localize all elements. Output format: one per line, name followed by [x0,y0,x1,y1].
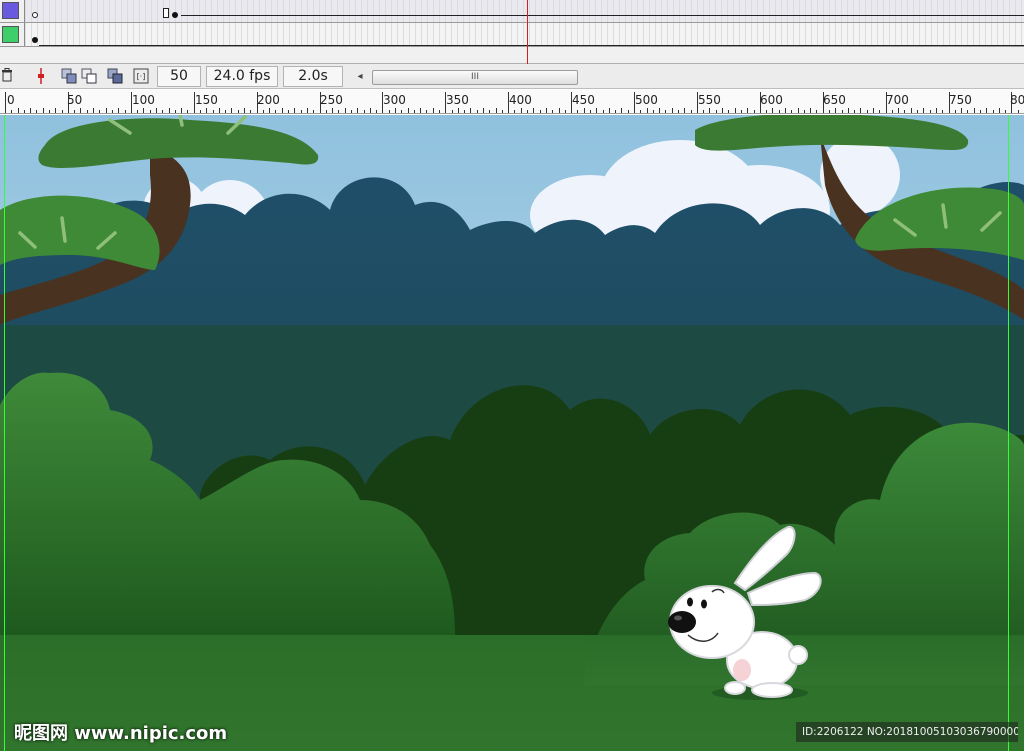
timeline-control-bar: [·] 50 24.0 fps 2.0s ◂ III [0,64,1024,89]
keyframe[interactable] [32,37,38,43]
ruler-label: 250 [320,93,343,107]
playhead[interactable] [527,0,528,64]
scroll-left-arrow-icon[interactable]: ◂ [350,68,370,85]
ruler-label: 100 [132,93,155,107]
bunny-tail [788,645,808,665]
onion-skin-icon[interactable] [60,68,78,85]
ruler-label: 350 [446,93,469,107]
bunny-eye [701,599,707,609]
ruler-label: 400 [509,93,532,107]
elapsed-time-field: 2.0s [283,66,343,87]
bunny-nose [668,611,696,633]
stage-guide-line[interactable] [1008,115,1009,751]
image-id-watermark: ID:2206122 NO:20181005103036790000 [796,722,1018,742]
timeline-layer-2[interactable] [0,23,1024,47]
stage-guide-line[interactable] [4,115,5,751]
trash-icon[interactable] [0,68,14,85]
onion-skin-outline-icon[interactable] [80,68,98,85]
ruler-label: 0 [7,93,15,107]
ruler-label: 150 [195,93,218,107]
ruler-label: 300 [383,93,406,107]
ruler-label: 450 [572,93,595,107]
animation-editor: [·] 50 24.0 fps 2.0s ◂ III 0 50 100 150 … [0,0,1024,751]
edit-multiple-frames-icon[interactable] [106,68,124,85]
ruler-label: 50 [67,93,83,107]
ruler-label: 650 [823,93,846,107]
current-frame-field[interactable]: 50 [157,66,201,87]
ruler-label: 550 [698,93,721,107]
layer-color-swatch[interactable] [2,2,19,19]
ruler-label: 600 [760,93,783,107]
empty-keyframe[interactable] [32,12,38,18]
bunny-foot [751,682,793,698]
svg-text:[·]: [·] [137,72,146,81]
timeline-panel [0,0,1024,64]
bunny-belly [733,659,751,681]
stage-canvas[interactable] [0,115,1024,751]
frame-track[interactable] [25,0,1024,22]
timeline-layer-1[interactable] [0,0,1024,23]
timeline-horizontal-scrollbar[interactable]: ◂ III [350,68,1024,85]
frame-track[interactable] [25,23,1024,46]
horizontal-ruler: 0 50 100 150 200 250 300 350 400 450 500… [0,90,1024,114]
ruler-label: 700 [886,93,909,107]
center-frame-icon[interactable] [33,68,49,85]
ruler-label: 500 [635,93,658,107]
modify-onion-markers-icon[interactable]: [·] [132,68,150,85]
bunny-foot [724,681,746,695]
timeline-spacer [0,47,1024,64]
bunny-eye [687,597,693,607]
forest-scene [0,115,1024,751]
frame-end-marker[interactable] [163,8,169,18]
frame-span-line [39,45,1024,46]
ruler-label: 80 [1010,93,1024,107]
frame-rate-field[interactable]: 24.0 fps [206,66,278,87]
tween-line [181,15,1024,16]
ruler-label: 200 [257,93,280,107]
layer-color-swatch[interactable] [2,26,19,43]
ruler-label: 750 [949,93,972,107]
keyframe[interactable] [172,12,178,18]
scroll-thumb[interactable]: III [372,70,578,85]
site-watermark: 昵图网 www.nipic.com [14,723,228,744]
